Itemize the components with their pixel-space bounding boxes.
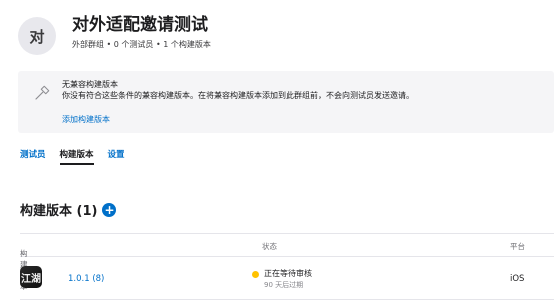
build-expiry: 90 天后过期 [264, 281, 304, 289]
hammer-icon [35, 85, 50, 100]
app-icon: 江湖 [20, 266, 42, 288]
builds-section-header: 构建版本 (1) + [20, 200, 117, 219]
add-build-button[interactable]: + [102, 202, 117, 217]
table-row[interactable]: 江湖 1.0.1 (8) 正在等待审核 90 天后过期 iOS [20, 262, 554, 300]
build-version-link[interactable]: 1.0.1 (8) [68, 274, 104, 284]
column-header-status: 状态 [262, 242, 277, 251]
tab-bar: 测试员 构建版本 设置 [20, 148, 139, 165]
no-compatible-build-notice: 无兼容构建版本 你没有符合这些条件的兼容构建版本。在将兼容构建版本添加到此群组前… [18, 71, 554, 133]
tab-settings[interactable]: 设置 [108, 148, 125, 165]
add-build-link[interactable]: 添加构建版本 [62, 114, 110, 125]
title-block: 对外适配邀请测试 外部群组 • 0 个测试员 • 1 个构建版本 [72, 14, 211, 50]
section-title: 构建版本 (1) [20, 204, 98, 219]
page-title: 对外适配邀请测试 [72, 15, 208, 35]
tab-builds[interactable]: 构建版本 [59, 148, 94, 165]
notice-title: 无兼容构建版本 [62, 80, 118, 89]
tab-testers[interactable]: 测试员 [20, 148, 46, 165]
group-avatar: 对 [18, 17, 56, 55]
plus-icon: + [104, 202, 115, 217]
build-status: 正在等待审核 [264, 269, 312, 278]
group-header: 对 对外适配邀请测试 外部群组 • 0 个测试员 • 1 个构建版本 [18, 14, 211, 55]
chevron-down-icon: ⌄ [20, 248, 27, 257]
column-header-platform: 平台 [510, 242, 525, 251]
notice-description: 你没有符合这些条件的兼容构建版本。在将兼容构建版本添加到此群组前，不会向测试员发… [62, 91, 414, 100]
status-dot-icon [252, 271, 259, 278]
group-subtitle: 外部群组 • 0 个测试员 • 1 个构建版本 [72, 40, 211, 49]
build-platform: iOS [510, 274, 525, 284]
table-header: 构建版本 ⌄ 状态 平台 [20, 233, 554, 291]
